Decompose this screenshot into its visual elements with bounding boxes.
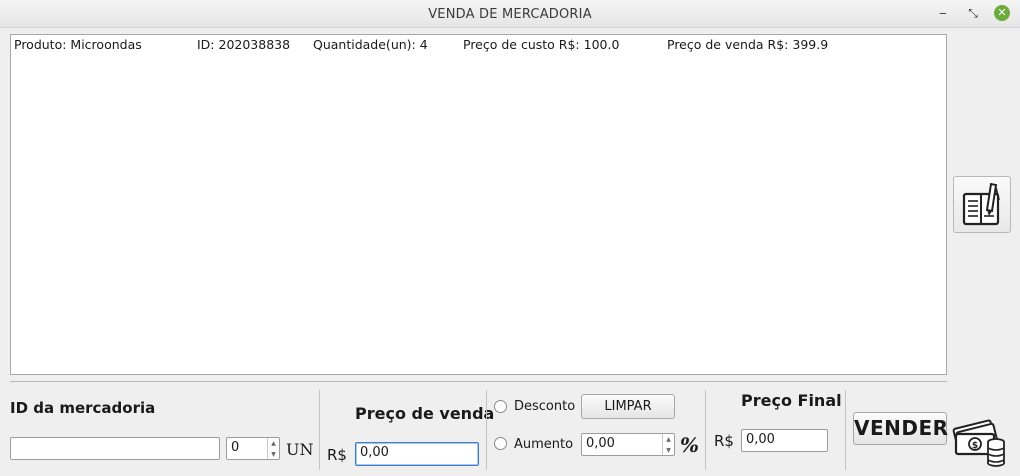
product-name: Produto: Microondas — [14, 37, 142, 52]
svg-text:$: $ — [972, 441, 978, 451]
product-cost-price: Preço de custo R$: 100.0 — [463, 37, 620, 52]
section-divider — [845, 390, 846, 470]
spin-down-icon[interactable]: ▼ — [268, 449, 279, 460]
percent-spin[interactable]: ▲ ▼ — [662, 434, 674, 455]
increase-radio[interactable] — [494, 437, 507, 450]
product-id: ID: 202038838 — [197, 37, 291, 52]
quantity-spin[interactable]: ▲ ▼ — [267, 438, 279, 459]
sale-price-title: Preço de venda — [355, 404, 495, 423]
spin-up-icon[interactable]: ▲ — [268, 438, 279, 449]
quantity-value: 0 — [231, 440, 240, 455]
final-price-field: 0,00 — [741, 429, 828, 452]
increase-label: Aumento — [514, 437, 574, 452]
title-bar: VENDA DE MERCADORIA ‒ ⤡ ✕ — [0, 0, 1020, 28]
percent-stepper[interactable]: 0,00 ▲ ▼ — [581, 433, 675, 456]
sale-window: VENDA DE MERCADORIA ‒ ⤡ ✕ Produto: Micro… — [0, 0, 1020, 476]
section-divider — [705, 390, 706, 470]
unit-label: UN — [286, 440, 314, 459]
money-coins-icon: $ — [952, 419, 1005, 467]
close-button[interactable]: ✕ — [994, 5, 1010, 21]
sell-button[interactable]: VENDER — [853, 412, 948, 445]
ledger-book-pen-icon — [962, 182, 1000, 226]
clear-button[interactable]: LIMPAR — [581, 394, 675, 419]
id-input[interactable] — [10, 437, 220, 460]
product-sale-price: Preço de venda R$: 399.9 — [667, 37, 829, 52]
final-price-title: Preço Final — [741, 391, 842, 410]
list-item[interactable]: Produto: Microondas ID: 202038838 Quanti… — [11, 35, 946, 55]
divider — [10, 381, 947, 382]
maximize-button[interactable]: ⤡ — [965, 5, 981, 21]
percent-symbol: % — [680, 433, 700, 457]
spin-up-icon[interactable]: ▲ — [663, 434, 674, 445]
id-section-title: ID da mercadoria — [10, 399, 156, 417]
spin-down-icon[interactable]: ▼ — [663, 445, 674, 456]
percent-value: 0,00 — [586, 436, 615, 451]
section-divider — [486, 390, 487, 470]
records-button[interactable] — [953, 176, 1011, 233]
quantity-stepper[interactable]: 0 ▲ ▼ — [226, 437, 280, 460]
discount-radio[interactable] — [494, 400, 507, 413]
section-divider — [319, 390, 320, 470]
product-list[interactable]: Produto: Microondas ID: 202038838 Quanti… — [10, 34, 947, 375]
discount-label: Desconto — [514, 399, 576, 414]
window-title: VENDA DE MERCADORIA — [428, 7, 592, 22]
minimize-button[interactable]: ‒ — [935, 5, 951, 21]
sale-price-input[interactable]: 0,00 — [355, 442, 479, 466]
product-quantity: Quantidade(un): 4 — [313, 37, 428, 52]
sale-price-currency: R$ — [327, 446, 347, 464]
final-price-currency: R$ — [714, 432, 734, 450]
